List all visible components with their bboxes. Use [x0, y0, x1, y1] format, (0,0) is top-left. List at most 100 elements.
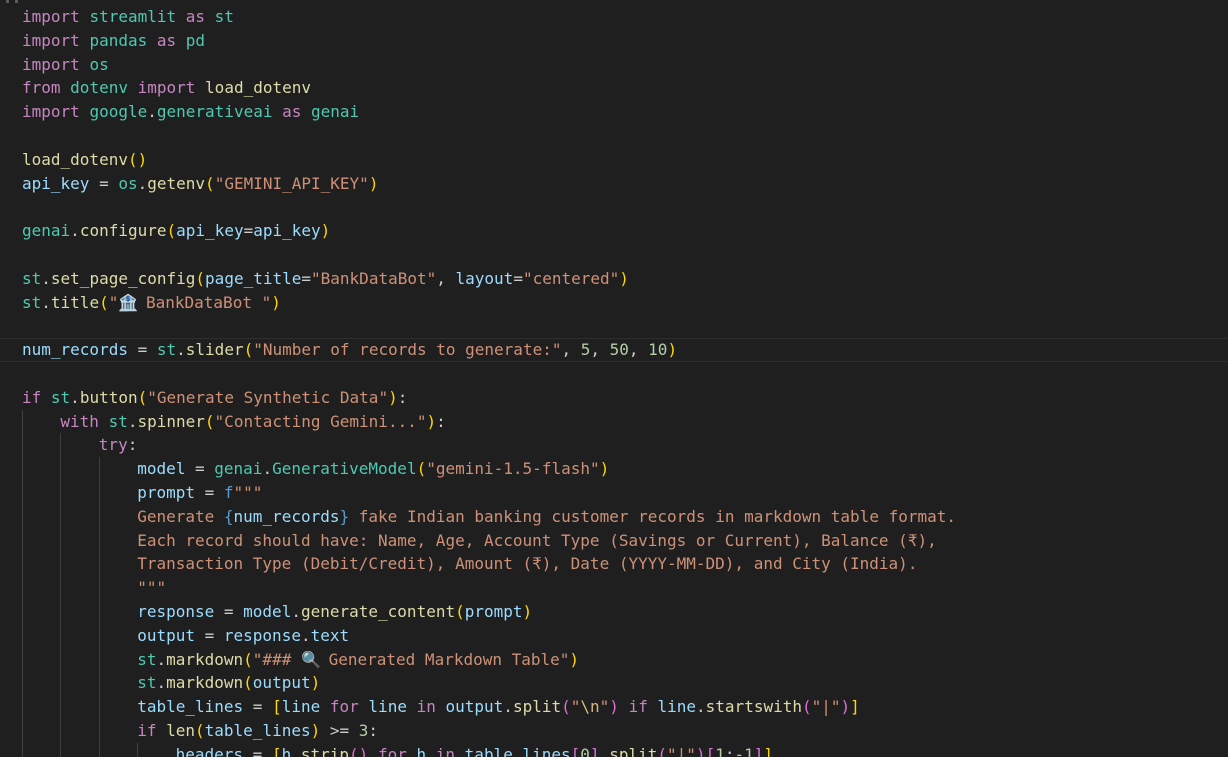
code-line[interactable]: headers = [h.strip() for h in table_line…	[0, 743, 1228, 757]
token-keyword: as	[147, 30, 186, 50]
token-class: st	[22, 292, 42, 312]
code-line[interactable]: import google.generativeai as genai	[0, 100, 1228, 124]
code-line[interactable]: api_key = os.getenv("GEMINI_API_KEY")	[0, 172, 1228, 196]
token-class: st	[156, 340, 177, 360]
code-line[interactable]	[0, 314, 1228, 338]
fold-marker	[0, 0, 40, 3]
token-punct	[436, 697, 446, 716]
token-string: """	[137, 578, 167, 598]
token-string: "###	[252, 649, 301, 669]
token-number: 0	[580, 744, 590, 757]
token-variable: line	[281, 697, 321, 717]
token-number: 1	[715, 744, 725, 757]
token-punct	[80, 31, 90, 50]
token-punct: =	[214, 602, 244, 621]
token-punct	[80, 55, 90, 74]
code-line[interactable]: try:	[0, 433, 1228, 457]
token-punct	[407, 697, 417, 716]
code-line[interactable]: response = model.generate_content(prompt…	[0, 600, 1228, 624]
token-function: strip	[300, 744, 350, 757]
code-line[interactable]: genai.configure(api_key=api_key)	[0, 219, 1228, 243]
token-storage: f	[223, 483, 234, 502]
token-bracket1: (	[195, 268, 206, 288]
code-line[interactable]: from dotenv import load_dotenv	[0, 76, 1228, 100]
code-line[interactable]: import os	[0, 53, 1228, 77]
bank-icon: 🏦	[118, 292, 139, 312]
token-punct	[619, 697, 629, 716]
code-line[interactable]	[0, 362, 1228, 386]
token-variable: output	[445, 697, 504, 717]
token-class: dotenv	[70, 78, 128, 98]
token-function: split	[609, 744, 658, 757]
token-function: load_dotenv	[22, 149, 128, 169]
token-variable: model	[137, 459, 186, 479]
token-punct: .	[176, 340, 186, 360]
code-line[interactable]: st.set_page_config(page_title="BankDataB…	[0, 267, 1228, 291]
code-line[interactable]: Generate {num_records} fake Indian banki…	[0, 505, 1228, 529]
code-line[interactable]: prompt = f"""	[0, 481, 1228, 505]
token-number: 10	[648, 340, 668, 360]
token-variable: h	[416, 744, 427, 757]
code-line[interactable]: Transaction Type (Debit/Credit), Amount …	[0, 552, 1228, 576]
token-punct: .	[137, 173, 148, 193]
token-bracket1: )	[667, 340, 678, 360]
token-keyword: as	[176, 7, 215, 26]
code-line[interactable]: st.title("🏦 BankDataBot ")	[0, 291, 1228, 315]
code-line[interactable]: st.markdown("### 🔍 Generated Markdown Ta…	[0, 648, 1228, 672]
token-punct: =	[89, 173, 119, 193]
code-line[interactable]: load_dotenv()	[0, 148, 1228, 172]
token-string: "Generate Synthetic Data"	[147, 387, 389, 407]
code-line-current[interactable]: num_records = st.slider("Number of recor…	[0, 338, 1228, 363]
token-bracket2: )	[840, 697, 851, 717]
token-string: Generated Markdown Table"	[318, 649, 570, 669]
code-line[interactable]: st.markdown(output)	[0, 671, 1228, 695]
token-punct: .	[300, 625, 311, 645]
token-function: button	[79, 387, 138, 407]
token-punct	[80, 7, 90, 26]
code-line[interactable]: table_lines = [line for line in output.s…	[0, 695, 1228, 719]
code-line[interactable]: import pandas as pd	[0, 29, 1228, 53]
code-line[interactable]: model = genai.GenerativeModel("gemini-1.…	[0, 457, 1228, 481]
code-line[interactable]: with st.spinner("Contacting Gemini..."):	[0, 410, 1228, 434]
token-function: load_dotenv	[205, 78, 312, 98]
code-line[interactable]: output = response.text	[0, 624, 1228, 648]
token-control: for	[329, 697, 359, 717]
token-function: set_page_config	[50, 268, 196, 288]
code-line[interactable]	[0, 195, 1228, 219]
token-punct: .	[41, 268, 51, 288]
token-interp: }	[339, 506, 350, 526]
code-line[interactable]: import streamlit as st	[0, 5, 1228, 29]
token-variable: table_lines	[204, 721, 311, 740]
token-string: Transaction Type (Debit/Credit), Amount …	[137, 554, 918, 574]
code-line[interactable]: if len(table_lines) >= 3:	[0, 719, 1228, 743]
token-string: "	[599, 697, 610, 717]
token-bracket1: )	[619, 268, 629, 288]
code-line[interactable]: Each record should have: Name, Age, Acco…	[0, 529, 1228, 553]
token-interp: {	[223, 506, 234, 526]
token-class: google	[89, 102, 148, 122]
token-bracket1: (	[204, 411, 215, 431]
token-punct: :	[368, 721, 379, 740]
code-line[interactable]: if st.button("Generate Synthetic Data"):	[0, 386, 1228, 410]
code-line[interactable]: """	[0, 576, 1228, 600]
token-function: markdown	[166, 649, 244, 669]
token-control: in	[416, 697, 436, 717]
token-function: spinner	[137, 411, 205, 431]
code-line[interactable]	[0, 124, 1228, 148]
token-variable: table_lines	[464, 744, 571, 757]
token-function: title	[50, 292, 100, 312]
token-escape: \n	[580, 697, 600, 717]
token-bracket1: (	[243, 649, 253, 669]
token-control: try	[98, 435, 128, 455]
token-string: "Contacting Gemini..."	[214, 411, 427, 431]
token-bracket2: ]	[589, 744, 600, 757]
token-variable: response	[137, 602, 215, 621]
code-editor[interactable]: import streamlit as st import pandas as p…	[0, 0, 1228, 757]
token-punct	[99, 412, 109, 431]
token-punct: .	[70, 221, 80, 241]
token-string: """	[233, 483, 263, 502]
token-punct: .	[147, 102, 157, 122]
code-line[interactable]	[0, 243, 1228, 267]
token-variable: output	[137, 625, 195, 645]
token-number: 3	[358, 721, 369, 740]
